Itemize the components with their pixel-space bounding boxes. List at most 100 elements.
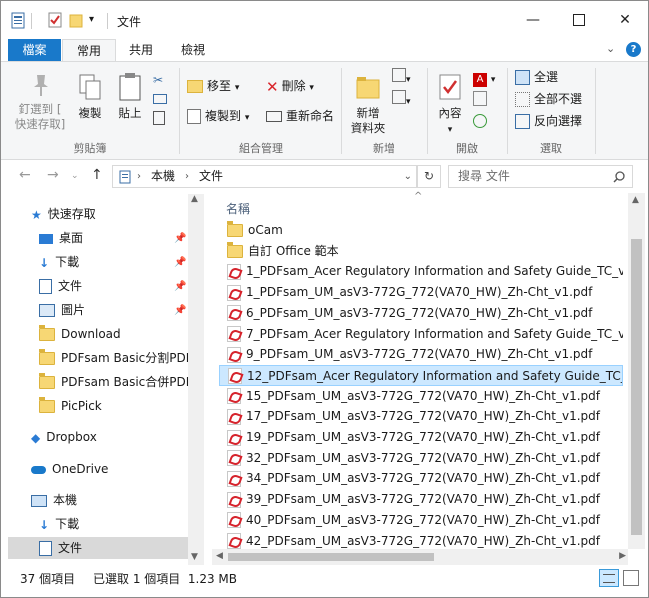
select-all-icon [515, 70, 530, 85]
file-row[interactable]: 32_PDFsam_UM_asV3-772G_772(VA70_HW)_Zh-C… [219, 448, 623, 469]
nav-downloads[interactable]: ↓ 下載 [39, 251, 79, 273]
file-row[interactable]: 自訂 Office 範本 [219, 241, 623, 262]
recent-locations-icon[interactable]: ⌄ [71, 171, 79, 181]
tab-file[interactable]: 檔案 [8, 39, 61, 61]
tab-view[interactable]: 檢視 [167, 39, 219, 61]
nav-pictures[interactable]: 圖片 [39, 299, 85, 321]
forward-button[interactable]: → [47, 167, 59, 183]
quick-access-dropdown-icon[interactable]: ▾ [89, 14, 94, 32]
history-button[interactable] [473, 114, 487, 134]
file-row[interactable]: 1_PDFsam_UM_asV3-772G_772(VA70_HW)_Zh-Ch… [219, 282, 623, 303]
column-header-name[interactable]: 名稱 [226, 200, 250, 217]
select-none-button[interactable]: 全部不選 [515, 89, 582, 109]
breadcrumb-this-pc[interactable]: 本機 [151, 166, 175, 187]
nav-folder-picpick[interactable]: PicPick [39, 395, 102, 417]
nav-pc-downloads[interactable]: ↓ 下載 [39, 513, 79, 535]
file-row[interactable]: 39_PDFsam_UM_asV3-772G_772(VA70_HW)_Zh-C… [219, 489, 623, 510]
copy-path-button[interactable] [153, 90, 167, 110]
back-button[interactable]: ← [19, 167, 31, 183]
file-list-scrollbar[interactable]: ▲ [628, 193, 645, 549]
address-bar[interactable]: › 本機 › 文件 ⌄ [112, 165, 417, 188]
select-all-button[interactable]: 全選 [515, 67, 558, 87]
scroll-left-icon[interactable]: ◀ [216, 551, 223, 561]
file-row-selected[interactable]: 12_PDFsam_Acer Regulatory Information an… [219, 364, 623, 386]
breadcrumb-chevron-icon: › [137, 171, 141, 182]
nav-dropbox[interactable]: ◆ Dropbox [31, 426, 97, 448]
copy-to-icon [187, 109, 201, 124]
folder-icon [227, 221, 243, 237]
nav-folder-download[interactable]: Download [39, 323, 121, 345]
large-icons-view-button[interactable] [623, 570, 639, 586]
file-row[interactable]: 17_PDFsam_UM_asV3-772G_772(VA70_HW)_Zh-C… [219, 406, 623, 427]
rename-button[interactable]: 重新命名 [266, 106, 334, 126]
maximize-button[interactable] [556, 1, 602, 39]
scroll-up-icon[interactable]: ▲ [632, 195, 639, 205]
pin-icon[interactable]: 📌 [174, 257, 186, 268]
file-row[interactable]: 15_PDFsam_UM_asV3-772G_772(VA70_HW)_Zh-C… [219, 386, 623, 407]
cut-button[interactable]: ✂ [153, 70, 163, 90]
close-button[interactable]: ✕ [602, 1, 648, 39]
title-divider-2 [107, 13, 108, 29]
nav-onedrive[interactable]: OneDrive [31, 458, 108, 480]
collapse-ribbon-icon[interactable]: ⌄ [606, 42, 615, 55]
nav-folder-pdfsam-merge[interactable]: PDFsam Basic合併PDF文 [39, 371, 204, 393]
nav-documents[interactable]: 文件 [39, 275, 82, 297]
nav-this-pc[interactable]: 本機 [31, 489, 77, 511]
file-name: oCam [248, 223, 283, 237]
help-icon[interactable]: ? [626, 42, 641, 57]
search-box[interactable]: 搜尋 文件 [448, 165, 633, 188]
scroll-up-icon[interactable]: ▲ [191, 194, 198, 204]
scroll-down-icon[interactable]: ▼ [191, 552, 198, 562]
file-row[interactable]: 1_PDFsam_Acer Regulatory Information and… [219, 261, 623, 282]
pin-icon[interactable]: 📌 [174, 305, 186, 316]
pin-icon[interactable]: 📌 [174, 281, 186, 292]
file-row[interactable]: 40_PDFsam_UM_asV3-772G_772(VA70_HW)_Zh-C… [219, 510, 623, 531]
new-item-button[interactable]: ▾ [392, 68, 411, 88]
easy-access-button[interactable]: ▾ [392, 90, 411, 110]
file-row[interactable]: 6_PDFsam_UM_asV3-772G_772(VA70_HW)_Zh-Ch… [219, 303, 623, 324]
file-name: 19_PDFsam_UM_asV3-772G_772(VA70_HW)_Zh-C… [246, 430, 600, 444]
paste-button[interactable]: 貼上 [112, 72, 148, 121]
breadcrumb-documents[interactable]: 文件 [199, 166, 223, 187]
address-dropdown-icon[interactable]: ⌄ [404, 166, 412, 187]
properties-quick-icon[interactable] [48, 12, 62, 30]
file-row[interactable]: 34_PDFsam_UM_asV3-772G_772(VA70_HW)_Zh-C… [219, 468, 623, 489]
dropbox-icon: ◆ [31, 430, 41, 445]
hscroll-thumb[interactable] [228, 553, 434, 561]
navigation-pane-scrollbar[interactable]: ▲ ▼ [188, 194, 204, 565]
edit-button[interactable] [473, 91, 487, 111]
move-to-button[interactable]: 移至 ▾ [187, 76, 239, 96]
delete-button[interactable]: ✕ 刪除 ▾ [266, 76, 314, 96]
open-button[interactable]: A ▾ [473, 68, 495, 88]
refresh-button[interactable]: ↻ [417, 165, 441, 188]
new-folder-quick-icon[interactable] [69, 12, 83, 30]
app-icon[interactable] [11, 12, 25, 30]
file-row[interactable]: 9_PDFsam_UM_asV3-772G_772(VA70_HW)_Zh-Ch… [219, 344, 623, 365]
nav-quick-access[interactable]: ★ 快速存取 [31, 203, 96, 225]
copy-button[interactable]: 複製 [72, 72, 108, 121]
properties-button[interactable]: 內容 ▾ [432, 72, 468, 138]
tab-home[interactable]: 常用 [62, 39, 116, 62]
file-name: 1_PDFsam_UM_asV3-772G_772(VA70_HW)_Zh-Ch… [246, 285, 593, 300]
nav-desktop[interactable]: 桌面 [39, 227, 83, 249]
pdf-file-icon [227, 326, 241, 342]
pin-icon[interactable]: 📌 [174, 233, 186, 244]
file-row[interactable]: 7_PDFsam_Acer Regulatory Information and… [219, 324, 623, 345]
file-name: 6_PDFsam_UM_asV3-772G_772(VA70_HW)_Zh-Ch… [246, 305, 593, 320]
copy-to-button[interactable]: 複製到 ▾ [187, 106, 249, 126]
new-folder-button[interactable]: 新增 資料夾 [346, 72, 390, 136]
paste-shortcut-button[interactable] [153, 111, 165, 131]
pin-to-quick-access-button[interactable]: 釘選到 [ 快速存取] [14, 72, 66, 132]
invert-selection-button[interactable]: 反向選擇 [515, 111, 582, 131]
up-button[interactable]: ↑ [91, 167, 103, 183]
tab-share[interactable]: 共用 [116, 39, 166, 61]
file-row[interactable]: oCam [219, 220, 623, 241]
file-row[interactable]: 19_PDFsam_UM_asV3-772G_772(VA70_HW)_Zh-C… [219, 427, 623, 448]
details-view-button[interactable] [599, 569, 619, 587]
nav-folder-pdfsam-split[interactable]: PDFsam Basic分割PDF文 [39, 347, 204, 369]
scroll-thumb[interactable] [631, 239, 642, 535]
nav-pc-documents[interactable]: 文件 [8, 537, 204, 559]
scroll-right-icon[interactable]: ▶ [619, 551, 626, 561]
minimize-button[interactable]: — [510, 1, 556, 39]
file-list-hscrollbar[interactable]: ◀ ▶ [212, 549, 628, 565]
